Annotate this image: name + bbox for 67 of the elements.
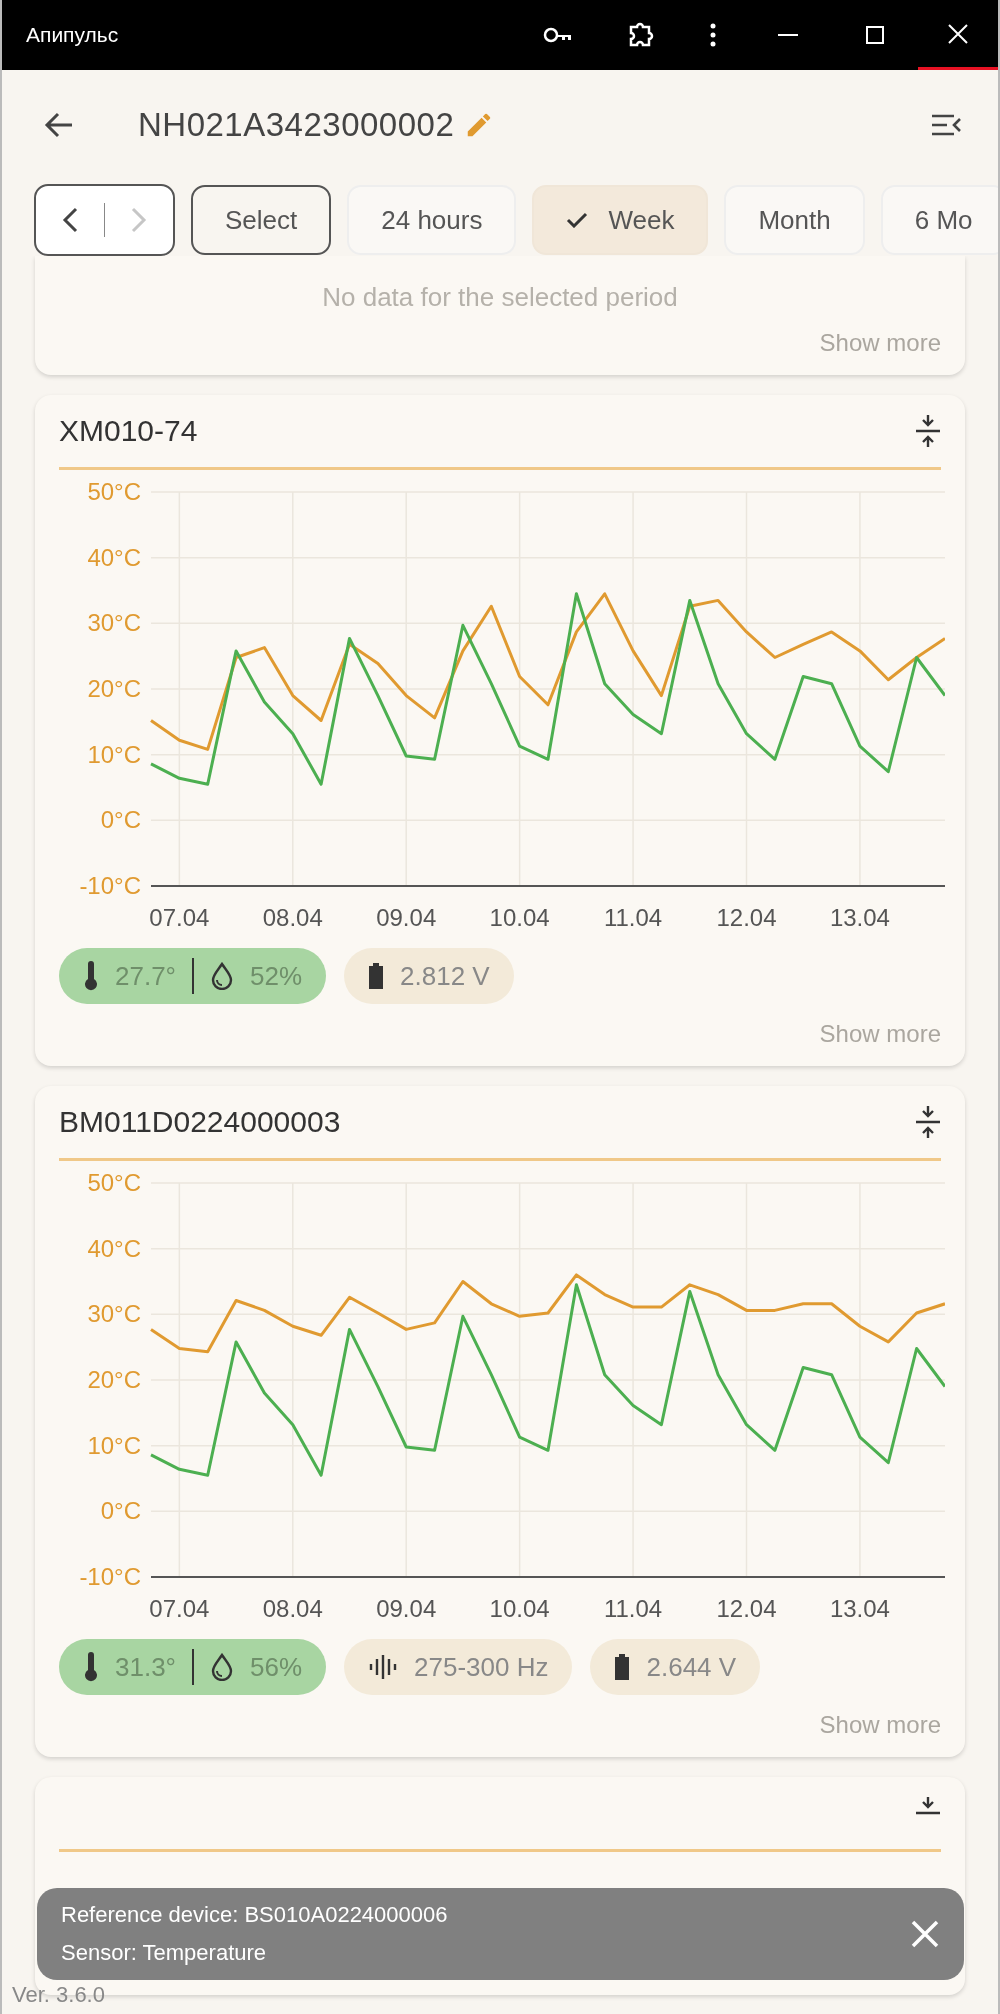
collapse-icon[interactable] [915,1105,941,1139]
period-button[interactable]: Month [724,185,865,255]
more-icon[interactable] [709,22,717,48]
y-axis-label: 0°C [100,1497,141,1525]
key-icon[interactable] [543,25,573,45]
y-axis-label: 10°C [87,740,141,768]
period-navigation[interactable] [34,184,175,256]
empty-message: No data for the selected period [321,282,679,313]
x-axis-label: 10.04 [489,1595,550,1622]
y-axis-label: 50°C [87,478,141,505]
y-axis-label: 20°C [87,1366,141,1393]
device-name: BM011D0224000003 [59,1105,341,1139]
y-axis-label: 50°C [87,1169,141,1196]
battery-icon [614,1653,631,1681]
temperature-value: 27.7° [115,960,176,992]
humidity-value: 56% [250,1651,303,1683]
voltage-value: 2.812 V [400,960,490,992]
battery-icon [368,962,385,990]
x-axis-label: 12.04 [716,904,777,931]
x-axis-label: 13.04 [829,904,890,931]
temperature-value: 31.3° [115,1651,176,1683]
y-axis-label: 30°C [87,609,141,637]
x-axis-label: 08.04 [262,1595,323,1622]
y-axis-label: -10°C [79,872,141,899]
window-title: Апипульс [26,23,119,47]
y-axis-label: 0°C [100,806,141,834]
device-name: XM010-74 [59,414,198,448]
humidity-value: 52% [250,960,303,992]
version-label: Ver. 3.6.0 [12,1982,105,2008]
back-icon[interactable] [44,112,74,138]
menu-icon[interactable] [930,113,962,137]
voltage-value: 2.644 V [646,1651,737,1683]
toast-text: Reference device: BS010A0224000006 [61,1902,449,1928]
x-axis-label: 07.04 [149,1595,210,1622]
drop-icon [210,962,234,990]
collapse-icon[interactable] [915,414,941,448]
device-title: NH021A3423000002 [138,106,455,144]
thermometer-icon [83,1652,99,1682]
y-axis-label: 30°C [87,1300,141,1328]
y-axis-label: 20°C [87,675,141,702]
x-axis-label: 11.04 [603,904,663,931]
y-axis-label: 40°C [87,543,141,571]
close-icon[interactable] [948,23,968,44]
thermometer-icon [83,961,99,991]
toast-text: Sensor: Temperature [61,1940,268,1966]
x-axis-label: 10.04 [489,904,550,931]
previous-icon[interactable] [62,207,78,233]
waveform-icon [368,1653,399,1681]
period-button[interactable]: 6 Mo [880,185,998,255]
check-icon [566,212,589,228]
x-axis-label: 07.04 [149,904,210,931]
y-axis-label: 40°C [87,1234,141,1262]
y-axis-label: -10°C [79,1563,141,1590]
x-axis-label: 09.04 [376,904,437,931]
x-axis-label: 12.04 [716,1595,777,1622]
period-button[interactable]: 24 hours [347,185,517,255]
x-axis-label: 11.04 [603,1595,663,1622]
x-axis-label: 13.04 [829,1595,890,1622]
y-axis-label: 10°C [87,1431,141,1459]
period-button[interactable]: Select [191,185,332,255]
puzzle-icon[interactable] [627,21,655,49]
frequency-value: 275-300 Hz [414,1651,549,1683]
drop-icon [210,1653,234,1681]
x-axis-label: 08.04 [262,904,323,931]
maximize-icon[interactable] [866,26,884,44]
period-button[interactable]: Week [532,185,709,255]
x-axis-label: 09.04 [376,1595,437,1622]
